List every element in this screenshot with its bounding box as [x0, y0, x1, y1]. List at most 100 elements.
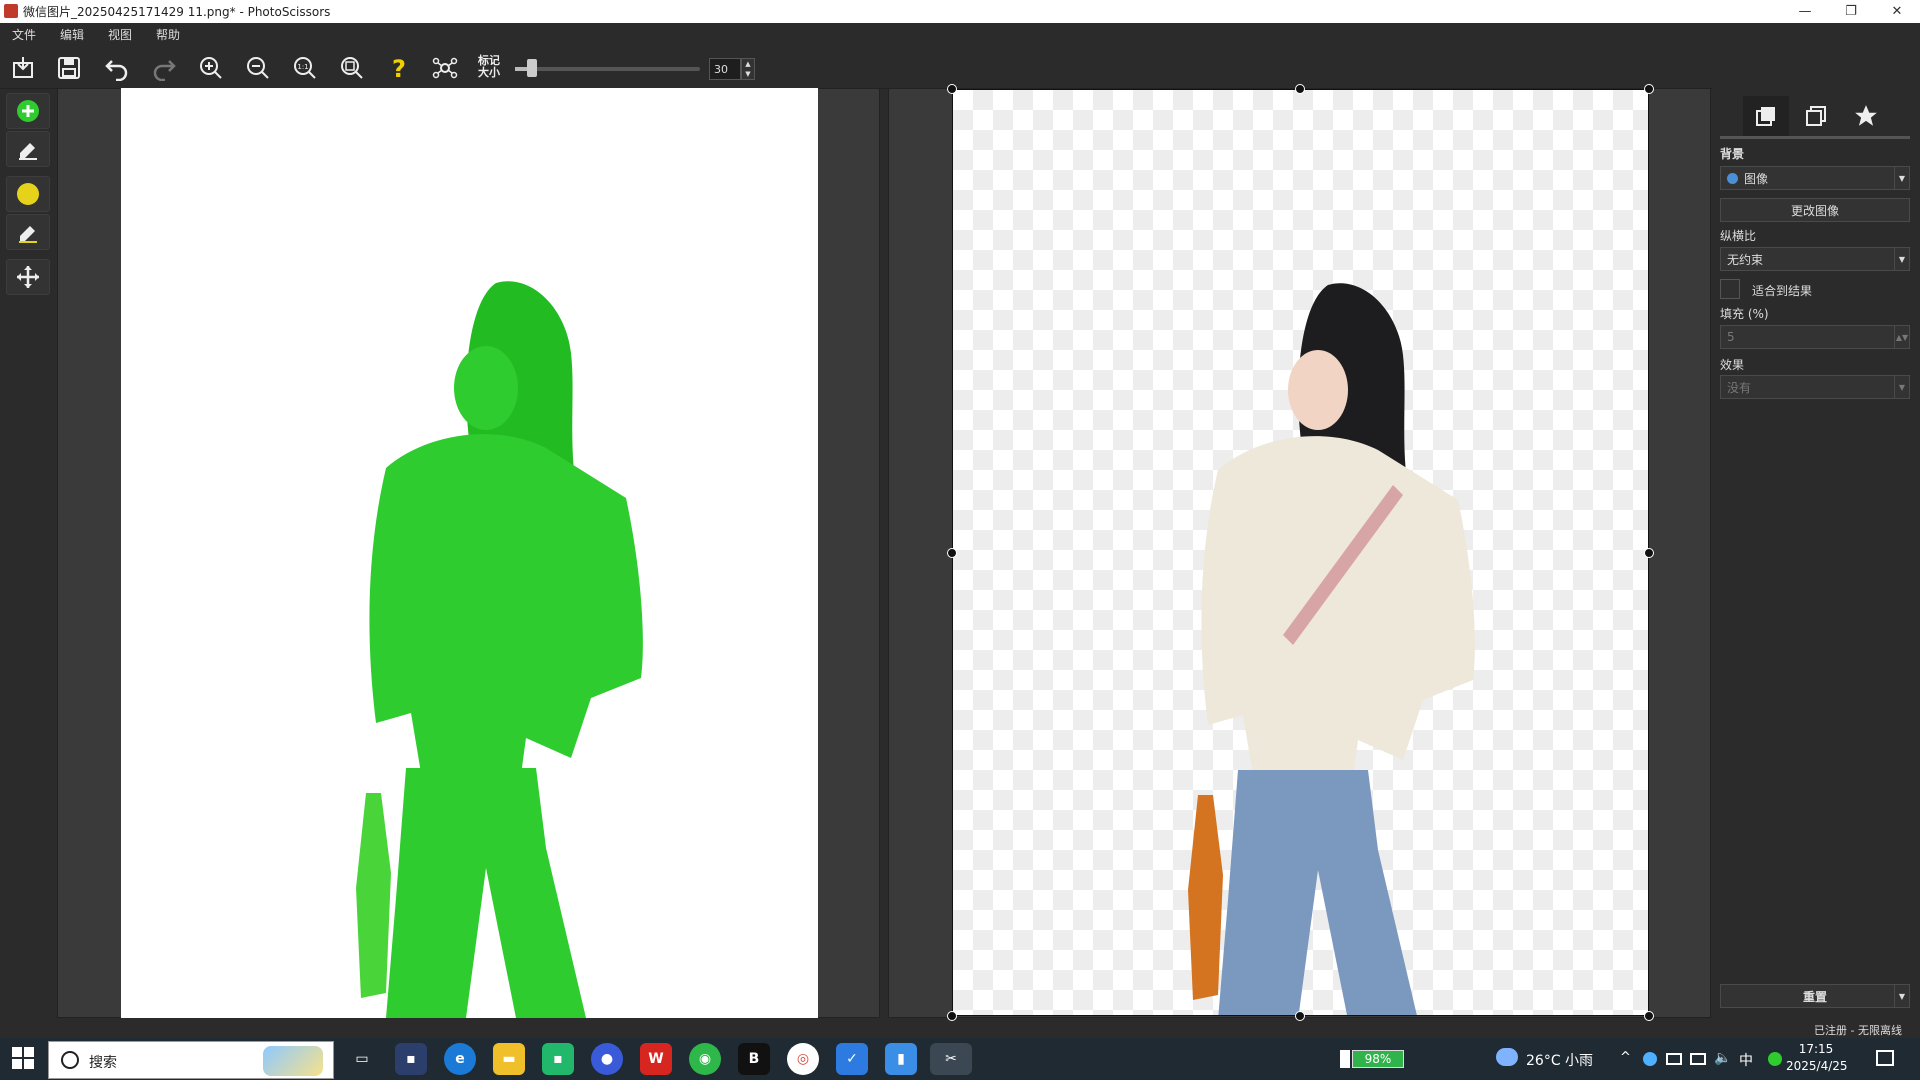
menu-help[interactable]: 帮助	[156, 26, 180, 43]
aspect-ratio-label: 纵横比	[1720, 229, 1757, 243]
battery-indicator[interactable]: 98%	[1352, 1050, 1404, 1068]
close-button[interactable]: ✕	[1874, 0, 1920, 23]
effect-dropdown[interactable]: 没有 ▼	[1720, 375, 1910, 399]
marker-size-spinner[interactable]: ▲ ▼	[741, 58, 755, 80]
actual-size-icon[interactable]: 1:1	[290, 53, 320, 83]
app-store-icon[interactable]: ▪	[395, 1043, 427, 1075]
app-icon	[4, 4, 18, 18]
files-app-icon[interactable]: ▮	[885, 1043, 917, 1075]
circle-app-icon[interactable]: ●	[591, 1043, 623, 1075]
copy-icon[interactable]	[1793, 96, 1839, 136]
padding-value: 5	[1727, 330, 1735, 344]
save-icon[interactable]	[54, 53, 84, 83]
menu-view[interactable]: 视图	[108, 26, 132, 43]
bird-app-icon[interactable]: ✓	[836, 1043, 868, 1075]
move-icon[interactable]	[6, 259, 50, 295]
effect-label: 效果	[1720, 358, 1745, 372]
network-icon[interactable]	[1690, 1053, 1706, 1065]
marker-size-slider[interactable]	[515, 67, 700, 71]
effect-value: 没有	[1727, 380, 1752, 395]
registration-status: 已注册 - 无限离线	[1814, 1024, 1902, 1037]
padding-input[interactable]: 5 ▲▼	[1720, 325, 1910, 349]
reset-label: 重置	[1802, 989, 1827, 1004]
weather-text[interactable]: 26°C 小雨	[1526, 1050, 1593, 1070]
add-foreground-marker-icon[interactable]	[6, 93, 50, 129]
toolbar: 1:1 ?	[0, 47, 1920, 89]
ime-icon[interactable]	[1768, 1052, 1782, 1066]
aspect-ratio-value: 无约束	[1727, 252, 1764, 267]
restore-button[interactable]: ❐	[1828, 0, 1874, 23]
bd-app-icon[interactable]: B	[738, 1043, 770, 1075]
tab-underline	[1720, 136, 1910, 139]
layers-icon[interactable]	[1743, 96, 1789, 136]
cloud-sync-icon[interactable]	[1643, 1052, 1657, 1066]
edge-browser-icon[interactable]: e	[444, 1043, 476, 1075]
taskbar-search[interactable]: 搜索	[48, 1041, 334, 1079]
undo-icon[interactable]	[102, 53, 132, 83]
crop-handle-top-left[interactable]	[947, 84, 957, 94]
volume-icon[interactable]: 🔈	[1714, 1050, 1731, 1066]
redo-icon[interactable]	[149, 53, 179, 83]
title-bar: 微信图片_20250425171429 11.png* - PhotoSciss…	[0, 0, 1920, 23]
help-icon[interactable]: ?	[384, 53, 414, 83]
clock-time: 17:15	[1798, 1042, 1834, 1056]
crop-handle-left[interactable]	[947, 548, 957, 558]
crop-handle-bottom[interactable]	[1295, 1011, 1305, 1021]
search-icon	[61, 1051, 79, 1069]
chevron-down-icon: ▼	[1894, 167, 1909, 189]
marker-network-icon[interactable]	[430, 53, 460, 83]
eraser-icon[interactable]	[6, 131, 50, 167]
crop-handle-top-right[interactable]	[1644, 84, 1654, 94]
clock[interactable]: 17:15 2025/4/25	[1786, 1041, 1848, 1075]
menu-bar: 文件 编辑 视图 帮助	[0, 23, 1920, 46]
svg-text:1:1: 1:1	[297, 63, 308, 71]
padding-label: 填充 (%)	[1720, 307, 1769, 321]
marker-size-slider-thumb[interactable]	[527, 59, 537, 77]
marker-size-label: 标记 大小	[476, 55, 502, 79]
windows-start-icon[interactable]	[12, 1047, 34, 1069]
notifications-icon[interactable]	[1876, 1050, 1894, 1066]
left-tool-panel	[0, 90, 57, 1015]
import-icon[interactable]	[8, 53, 38, 83]
crop-handle-bottom-right[interactable]	[1644, 1011, 1654, 1021]
task-view-icon[interactable]: ▭	[346, 1043, 378, 1075]
foreground-mask-figure	[356, 281, 643, 1018]
crop-handle-top[interactable]	[1295, 84, 1305, 94]
background-eraser-icon[interactable]	[6, 214, 50, 250]
source-image-canvas[interactable]	[121, 88, 818, 1018]
chevron-up-icon[interactable]: ^	[1620, 1050, 1631, 1065]
crop-handle-bottom-left[interactable]	[947, 1011, 957, 1021]
star-icon[interactable]	[1843, 96, 1889, 136]
zoom-out-icon[interactable]	[243, 53, 273, 83]
fit-to-result-checkbox[interactable]	[1720, 279, 1740, 299]
crop-handle-right[interactable]	[1644, 548, 1654, 558]
background-value: 图像	[1744, 171, 1769, 186]
input-language[interactable]: 中	[1739, 1050, 1753, 1070]
battery-tray-icon[interactable]	[1666, 1053, 1682, 1065]
menu-edit[interactable]: 编辑	[60, 26, 84, 43]
background-label: 背景	[1720, 147, 1745, 161]
wechat-icon[interactable]: ◉	[689, 1043, 721, 1075]
result-image-canvas[interactable]	[952, 89, 1649, 1016]
background-marker-icon[interactable]	[6, 176, 50, 212]
change-image-button[interactable]: 更改图像	[1720, 198, 1910, 222]
zoom-in-icon[interactable]	[196, 53, 226, 83]
aspect-ratio-dropdown[interactable]: 无约束 ▼	[1720, 247, 1910, 271]
fit-to-result-label: 适合到结果	[1752, 284, 1813, 298]
result-figure	[1188, 283, 1475, 1015]
wps-office-icon[interactable]: W	[640, 1043, 672, 1075]
chrome-icon[interactable]: ◎	[787, 1043, 819, 1075]
padding-spinner: ▲▼	[1894, 326, 1909, 348]
chat-app-icon[interactable]: ▪	[542, 1043, 574, 1075]
clock-date: 2025/4/25	[1786, 1059, 1848, 1073]
file-explorer-icon[interactable]: ▬	[493, 1043, 525, 1075]
marker-size-input[interactable]: 30	[709, 58, 741, 80]
menu-file[interactable]: 文件	[12, 26, 36, 43]
photoscissors-taskbar-icon[interactable]: ✂	[930, 1043, 972, 1075]
minimize-button[interactable]: —	[1782, 0, 1828, 23]
background-dropdown[interactable]: 图像 ▼	[1720, 166, 1910, 190]
chevron-down-icon: ▼	[1894, 376, 1909, 398]
reset-button[interactable]: 重置 ▼	[1720, 984, 1910, 1008]
chevron-down-icon: ▼	[1894, 985, 1909, 1007]
fit-icon[interactable]	[337, 53, 367, 83]
